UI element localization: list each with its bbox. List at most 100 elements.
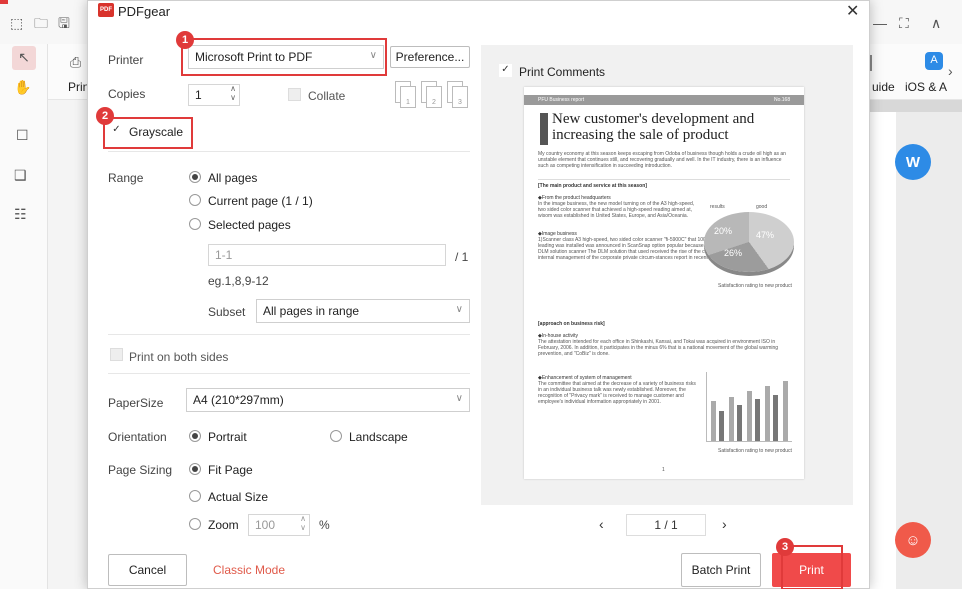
doc-section-1: [The main product and service at this se…	[538, 183, 647, 189]
toolbar-guide-label[interactable]: uide	[872, 80, 895, 94]
radio-portrait[interactable]	[189, 430, 201, 442]
highlight-printer	[181, 38, 387, 76]
doc-item-3-text: The attestation intended for each office…	[538, 339, 779, 357]
print-comments-label: Print Comments	[519, 65, 606, 79]
app-left-sidebar	[0, 44, 48, 589]
divider	[108, 334, 470, 335]
range-label: Range	[108, 171, 144, 185]
pages-icon[interactable]: ❑	[14, 168, 27, 182]
app-store-icon[interactable]: A	[925, 52, 943, 70]
pie-legend: good	[756, 204, 768, 210]
radio-landscape[interactable]	[330, 430, 342, 442]
step-badge-1: 1	[176, 31, 194, 49]
doc-title: New customer's development and increasin…	[552, 111, 755, 143]
chevron-down-icon: ∨	[455, 304, 463, 315]
toolbar-ios-label[interactable]: iOS & A	[905, 80, 947, 94]
page-range-input[interactable]: 1-1	[208, 244, 446, 266]
subset-label: Subset	[208, 305, 246, 319]
all-pages-label: All pages	[208, 171, 258, 185]
bar-caption: Satisfaction rating to new product	[718, 448, 792, 454]
radio-zoom[interactable]	[189, 518, 201, 530]
actual-size-label: Actual Size	[208, 490, 269, 504]
next-page-icon[interactable]: ›	[722, 516, 727, 532]
pie-label: 20%	[714, 226, 733, 236]
batch-print-button[interactable]: Batch Print	[681, 553, 761, 587]
prev-page-icon[interactable]: ‹	[599, 516, 604, 532]
radio-fit-page[interactable]	[189, 463, 201, 475]
selected-pages-label: Selected pages	[208, 218, 291, 232]
paper-size-label: PaperSize	[108, 396, 164, 410]
doc-bar-chart	[706, 372, 792, 442]
doc-page-number: 1	[662, 467, 665, 473]
pdf-to-word-button[interactable]: W	[895, 144, 931, 180]
copies-input[interactable]: 1 ∧ ∨	[188, 84, 240, 106]
zoom-stepper-icon[interactable]: ∧ ∨	[300, 514, 306, 532]
doc-item-1-text: In the image business, the new model tur…	[538, 201, 695, 219]
subset-value: All pages in range	[263, 304, 360, 318]
step-badge-2: 2	[96, 107, 114, 125]
toolbar-scroll-right-icon[interactable]: ›	[948, 64, 953, 78]
pdfgear-logo-icon: PDF	[98, 3, 114, 17]
step-badge-3: 3	[776, 538, 794, 556]
select-tool-icon[interactable]: ↖	[12, 46, 36, 70]
ai-assistant-button[interactable]: ☺	[895, 522, 931, 558]
maximize-icon[interactable]: ⛶	[899, 16, 909, 30]
dialog-title-bar: PDF PDFgear ✕	[88, 1, 869, 23]
new-file-icon[interactable]: ⬚	[10, 16, 23, 30]
subset-select[interactable]: All pages in range ∨	[256, 299, 470, 323]
classic-mode-link[interactable]: Classic Mode	[213, 563, 285, 577]
radio-current-page[interactable]	[189, 194, 201, 206]
doc-title-bar	[540, 113, 548, 145]
collapse-icon[interactable]: ∧	[931, 16, 941, 30]
pie-label: 47%	[756, 230, 775, 240]
zoom-input[interactable]: 100 ∧ ∨	[248, 514, 310, 536]
doc-header: PFU Business report No.168	[524, 95, 804, 105]
app-document-gutter	[896, 112, 962, 589]
pie-label: 26%	[724, 248, 743, 258]
preferences-button[interactable]: Preference...	[390, 46, 470, 68]
printer-label: Printer	[108, 53, 144, 67]
page-indicator[interactable]: 1 / 1	[626, 514, 706, 536]
comments-icon[interactable]: ☷	[14, 207, 27, 221]
page-range-placeholder: 1-1	[215, 248, 233, 262]
collate-pages-icon: 1 2 3	[393, 81, 469, 109]
landscape-label: Landscape	[349, 430, 408, 444]
paper-size-select[interactable]: A4 (210*297mm) ∨	[186, 388, 470, 412]
portrait-label: Portrait	[208, 430, 247, 444]
radio-all-pages[interactable]	[189, 171, 201, 183]
radio-selected-pages[interactable]	[189, 218, 201, 230]
current-page-label: Current page (1 / 1)	[208, 194, 313, 208]
highlight-grayscale	[103, 117, 193, 149]
zoom-label: Zoom	[208, 518, 239, 532]
zoom-value: 100	[255, 518, 276, 532]
hand-tool-icon[interactable]: ✋	[14, 80, 31, 94]
print-tool-icon[interactable]: ⎙	[70, 55, 81, 69]
doc-item-4-text: The committee that aimed at the decrease…	[538, 381, 696, 405]
collate-label: Collate	[308, 89, 346, 103]
divider	[108, 151, 470, 152]
divider	[108, 373, 470, 374]
pie-caption: Satisfaction rating to new product	[718, 283, 792, 289]
print-both-sides-label: Print on both sides	[129, 350, 229, 364]
app-document-page	[870, 112, 896, 589]
copies-stepper-icon[interactable]: ∧ ∨	[230, 84, 236, 102]
doc-header-left: PFU Business report	[538, 97, 585, 103]
bookmark-icon[interactable]: ☐	[16, 128, 29, 142]
minimize-icon[interactable]: —	[873, 16, 887, 30]
open-folder-icon[interactable]: 🗀	[34, 16, 48, 30]
print-comments-checkbox[interactable]: ✓	[499, 64, 512, 77]
collate-checkbox[interactable]	[288, 88, 301, 101]
doc-divider	[538, 179, 790, 180]
print-preview-panel: ✓ Print Comments PFU Business report No.…	[481, 45, 853, 505]
fit-page-label: Fit Page	[208, 463, 253, 477]
doc-section-2: [approach on business risk]	[538, 321, 605, 327]
cancel-button[interactable]: Cancel	[108, 554, 187, 586]
doc-pie-chart: 20% 47% 26%	[704, 212, 794, 272]
close-icon[interactable]: ✕	[846, 1, 859, 21]
pie-legend: results	[710, 204, 725, 210]
radio-actual-size[interactable]	[189, 490, 201, 502]
copies-label: Copies	[108, 87, 146, 101]
print-both-sides-checkbox[interactable]	[110, 348, 123, 361]
preview-page: PFU Business report No.168 New customer'…	[524, 87, 804, 479]
save-icon[interactable]: 🖫	[58, 16, 70, 30]
